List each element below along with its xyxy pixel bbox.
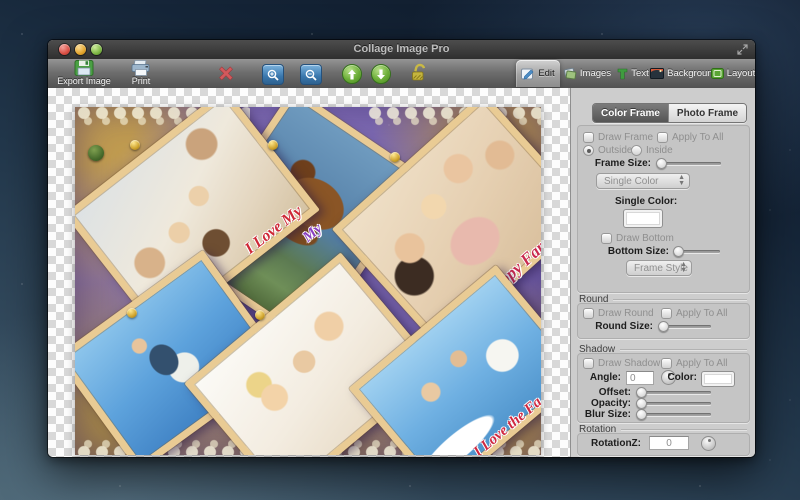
angle-label: Angle: xyxy=(583,372,621,383)
delete-x-icon xyxy=(216,64,236,82)
blur-size-slider-thumb[interactable] xyxy=(636,409,647,420)
zoom-out-button[interactable] xyxy=(300,64,322,85)
draw-bottom-checkbox[interactable] xyxy=(601,233,612,244)
bottom-size-slider-thumb[interactable] xyxy=(673,246,684,257)
fullscreen-icon[interactable] xyxy=(737,44,748,55)
offset-slider[interactable] xyxy=(639,391,711,394)
tab-text-label: Text xyxy=(631,68,648,79)
tab-images[interactable]: Images xyxy=(564,60,610,87)
printer-icon xyxy=(130,60,152,76)
collage-image[interactable]: I Love My My Happy Family Go on ! I Love… xyxy=(75,107,541,455)
tab-photo-frame[interactable]: Photo Frame xyxy=(668,104,746,122)
export-image-button[interactable]: Export Image xyxy=(52,60,116,87)
frame-apply-all-label: Apply To All xyxy=(672,132,724,143)
rotationz-dial[interactable] xyxy=(701,436,716,451)
draw-round-checkbox[interactable] xyxy=(583,308,594,319)
bottom-size-label: Bottom Size: xyxy=(601,246,669,257)
magnifier-minus-icon xyxy=(304,68,318,82)
gold-pin xyxy=(255,310,265,320)
outside-radio[interactable] xyxy=(583,145,594,156)
move-down-button[interactable] xyxy=(371,64,391,84)
shadow-apply-all-checkbox[interactable] xyxy=(661,358,672,369)
color-mode-value: Single Color xyxy=(604,176,658,187)
shadow-apply-all-label: Apply To All xyxy=(676,358,728,369)
zoom-in-button[interactable] xyxy=(262,64,284,85)
tab-layout[interactable]: Layout xyxy=(712,60,754,87)
round-size-label: Round Size: xyxy=(591,321,653,332)
layout-icon xyxy=(711,68,724,79)
round-size-slider-thumb[interactable] xyxy=(658,321,669,332)
titlebar[interactable]: Collage Image Pro xyxy=(48,40,755,60)
single-color-well[interactable] xyxy=(623,209,663,228)
export-image-label: Export Image xyxy=(57,77,111,86)
draw-bottom-label: Draw Bottom xyxy=(616,233,674,244)
print-label: Print xyxy=(132,77,151,86)
gold-pin xyxy=(268,140,278,150)
tab-text[interactable]: Text xyxy=(614,60,652,87)
rotationz-label: RotationZ: xyxy=(583,438,641,449)
tab-layout-label: Layout xyxy=(727,68,755,79)
floppy-disk-icon xyxy=(74,60,94,76)
opacity-slider-thumb[interactable] xyxy=(636,398,647,409)
color-mode-dropdown[interactable]: Single Color ▲▼ xyxy=(596,173,690,189)
angle-input[interactable] xyxy=(626,371,654,385)
stepper-arrows-icon: ▲▼ xyxy=(678,175,685,187)
tab-color-frame[interactable]: Color Frame xyxy=(593,104,668,122)
frame-mode-segment: Color Frame Photo Frame xyxy=(592,103,747,123)
rotationz-input[interactable] xyxy=(649,436,689,450)
frame-size-label: Frame Size: xyxy=(589,158,651,169)
frame-style-dropdown[interactable]: Frame Style ▲▼ xyxy=(626,260,692,276)
outside-label: Outside xyxy=(598,145,632,156)
offset-label: Offset: xyxy=(583,387,631,398)
edit-panel: Color Frame Photo Frame Draw Frame Apply… xyxy=(570,88,755,457)
gold-pin xyxy=(390,152,400,162)
delete-button[interactable] xyxy=(216,64,236,82)
arrow-down-icon xyxy=(376,69,386,80)
blur-size-label: Blur Size: xyxy=(583,409,631,420)
move-up-button[interactable] xyxy=(342,64,362,84)
tab-edit-label: Edit xyxy=(538,68,554,79)
app-window: Collage Image Pro Export Image Print xyxy=(48,40,755,457)
bottom-size-slider[interactable] xyxy=(676,250,720,253)
tab-background[interactable]: Background xyxy=(656,60,712,87)
blur-size-slider[interactable] xyxy=(639,413,711,416)
single-color-label: Single Color: xyxy=(615,196,695,207)
background-icon xyxy=(650,68,664,79)
draw-shadow-checkbox[interactable] xyxy=(583,358,594,369)
canvas-area[interactable]: I Love My My Happy Family Go on ! I Love… xyxy=(48,88,570,457)
button-decoration xyxy=(88,145,104,161)
window-title: Collage Image Pro xyxy=(48,43,755,55)
shadow-color-well[interactable] xyxy=(701,371,735,387)
unlock-button[interactable] xyxy=(410,63,428,82)
gold-pin xyxy=(127,308,137,318)
frame-size-slider[interactable] xyxy=(659,162,721,165)
shadow-color-label: Color: xyxy=(667,372,697,383)
text-t-icon xyxy=(617,68,628,80)
draw-frame-checkbox[interactable] xyxy=(583,132,594,143)
offset-slider-thumb[interactable] xyxy=(636,387,647,398)
print-button[interactable]: Print xyxy=(120,60,162,87)
round-size-slider[interactable] xyxy=(661,325,711,328)
edit-icon xyxy=(521,68,535,80)
open-lock-icon xyxy=(410,63,428,82)
tab-images-label: Images xyxy=(580,68,611,79)
gold-pin xyxy=(130,140,140,150)
frame-apply-all-checkbox[interactable] xyxy=(657,132,668,143)
round-apply-all-checkbox[interactable] xyxy=(661,308,672,319)
images-icon xyxy=(563,68,577,80)
draw-frame-label: Draw Frame xyxy=(598,132,653,143)
inside-radio[interactable] xyxy=(631,145,642,156)
frame-size-slider-thumb[interactable] xyxy=(656,158,667,169)
draw-round-label: Draw Round xyxy=(598,308,654,319)
opacity-slider[interactable] xyxy=(639,402,711,405)
tab-edit[interactable]: Edit xyxy=(516,60,560,87)
arrow-up-icon xyxy=(347,69,357,80)
toolbar: Export Image Print xyxy=(48,59,755,89)
inside-label: Inside xyxy=(646,145,673,156)
stepper-arrows-icon: ▲▼ xyxy=(680,262,687,274)
magnifier-plus-icon xyxy=(266,68,280,82)
draw-shadow-label: Draw Shadow xyxy=(598,358,660,369)
opacity-label: Opacity: xyxy=(583,398,631,409)
round-apply-all-label: Apply To All xyxy=(676,308,728,319)
